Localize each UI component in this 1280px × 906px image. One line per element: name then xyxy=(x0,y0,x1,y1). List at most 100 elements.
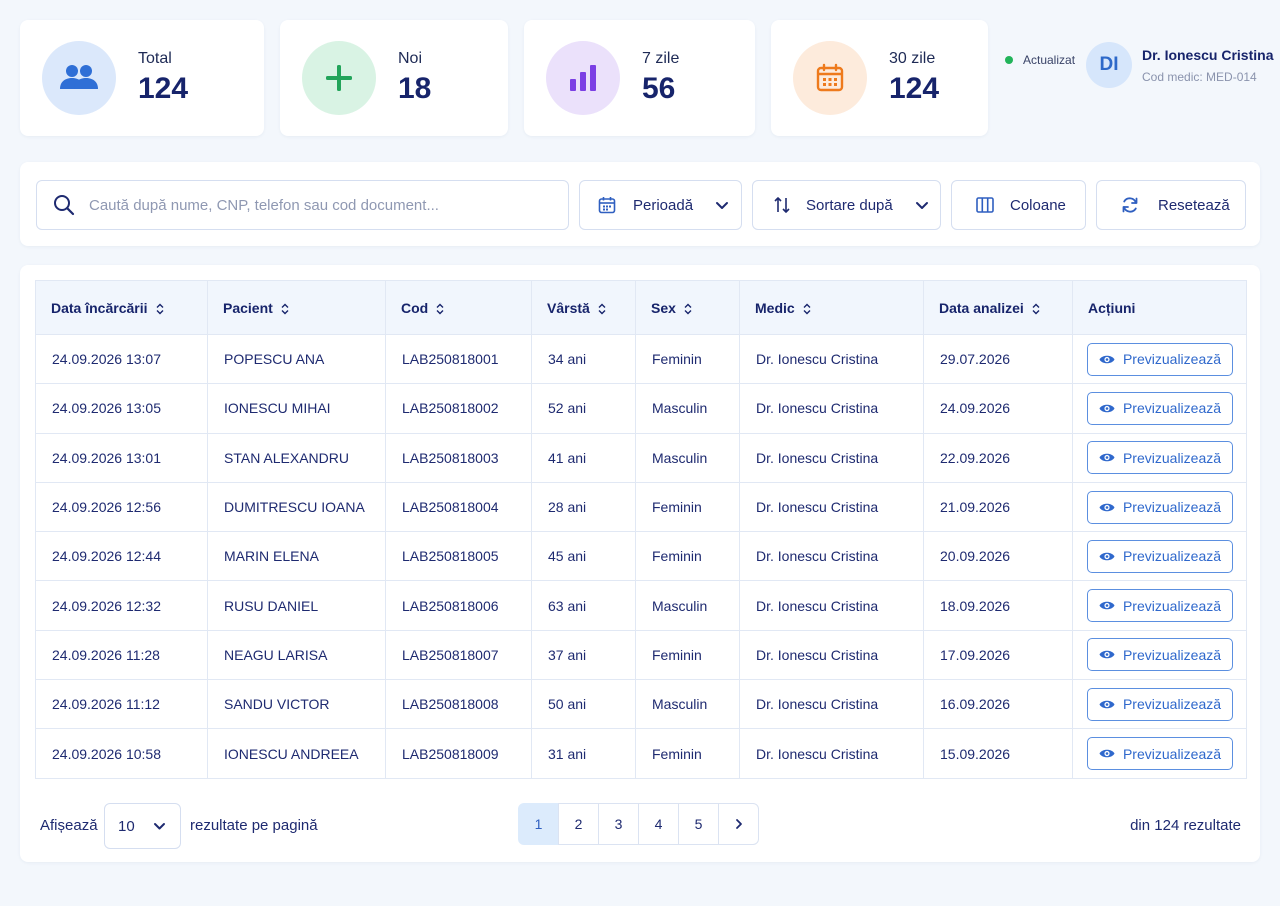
preview-button[interactable]: Previzualizează xyxy=(1087,737,1233,771)
update-status: Actualizat xyxy=(1005,53,1075,67)
preview-button[interactable]: Previzualizează xyxy=(1087,342,1233,376)
cell-code: LAB250818004 xyxy=(385,482,532,533)
columns-icon xyxy=(976,197,994,213)
next-page-button[interactable] xyxy=(718,803,759,845)
eye-icon xyxy=(1099,404,1115,413)
page-button-4[interactable]: 4 xyxy=(638,803,679,845)
stat-value: 124 xyxy=(889,72,940,105)
period-label: Perioadă xyxy=(633,196,694,214)
column-header-label: Sex xyxy=(651,299,676,316)
cell-upload-date: 24.09.2026 12:32 xyxy=(35,580,208,631)
column-header-upload-date[interactable]: Data încărcării xyxy=(35,280,208,335)
preview-button[interactable]: Previzualizează xyxy=(1087,638,1233,672)
cell-age: 31 ani xyxy=(531,728,636,779)
preview-button[interactable]: Previzualizează xyxy=(1087,490,1233,524)
preview-label: Previzualizează xyxy=(1122,646,1222,663)
refresh-icon xyxy=(1122,197,1138,213)
per-page-label: Afișează xyxy=(40,817,98,834)
cell-age: 52 ani xyxy=(531,383,636,434)
page-button-1[interactable]: 1 xyxy=(518,803,559,845)
table-row[interactable]: 24.09.2026 11:12 SANDU VICTOR LAB2508180… xyxy=(35,679,1247,730)
preview-button[interactable]: Previzualizează xyxy=(1087,687,1233,721)
page-button-2[interactable]: 2 xyxy=(558,803,599,845)
table-row[interactable]: 24.09.2026 11:28 NEAGU LARISA LAB2508180… xyxy=(35,630,1247,681)
table-row[interactable]: 24.09.2026 12:44 MARIN ELENA LAB25081800… xyxy=(35,531,1247,582)
sort-icon xyxy=(156,303,163,315)
column-header-doctor[interactable]: Medic xyxy=(739,280,924,335)
table-row[interactable]: 24.09.2026 13:07 POPESCU ANA LAB25081800… xyxy=(35,334,1247,385)
cell-sex: Feminin xyxy=(635,334,740,385)
eye-icon xyxy=(1099,651,1115,659)
eye-icon xyxy=(1099,453,1115,462)
columns-button[interactable]: Coloane xyxy=(951,180,1086,230)
cell-analysis-date: 18.09.2026 xyxy=(923,580,1073,631)
column-header-sex[interactable]: Sex xyxy=(635,280,740,335)
preview-button[interactable]: Previzualizează xyxy=(1087,589,1233,623)
preview-button[interactable]: Previzualizează xyxy=(1087,391,1233,425)
cell-age: 45 ani xyxy=(531,531,636,582)
cell-doctor: Dr. Ionescu Cristina xyxy=(739,482,924,533)
stat-label: Total xyxy=(138,50,172,67)
table-row[interactable]: 24.09.2026 13:05 IONESCU MIHAI LAB250818… xyxy=(35,383,1247,434)
user-name: Dr. Ionescu Cristina xyxy=(1142,47,1274,63)
chevron-down-icon xyxy=(716,201,729,209)
table-row[interactable]: 24.09.2026 12:56 DUMITRESCU IOANA LAB250… xyxy=(35,482,1247,533)
table-header-row: Data încărcării Pacient Cod Vârstă Sex M… xyxy=(35,280,1247,335)
preview-label: Previzualizează xyxy=(1122,597,1222,614)
sort-dropdown[interactable]: Sortare după xyxy=(752,180,941,230)
column-header-analysis-date[interactable]: Data analizei xyxy=(923,280,1073,335)
stat-value: 56 xyxy=(642,72,676,105)
stat-card-total: Total 124 xyxy=(20,20,264,136)
reset-button[interactable]: Resetează xyxy=(1096,180,1246,230)
cell-analysis-date: 17.09.2026 xyxy=(923,630,1073,681)
cell-sex: Masculin xyxy=(635,433,740,483)
sort-icon xyxy=(281,303,289,315)
cell-analysis-date: 24.09.2026 xyxy=(923,383,1073,434)
chevron-down-icon xyxy=(154,823,165,830)
column-header-label: Data încărcării xyxy=(51,299,148,316)
cell-analysis-date: 21.09.2026 xyxy=(923,482,1073,533)
cell-doctor: Dr. Ionescu Cristina xyxy=(739,531,924,582)
cell-analysis-date: 15.09.2026 xyxy=(923,728,1073,779)
preview-label: Previzualizează xyxy=(1122,745,1222,762)
stat-card-30-days: 30 zile 124 xyxy=(771,20,988,136)
table-row[interactable]: 24.09.2026 10:58 IONESCU ANDREEA LAB2508… xyxy=(35,728,1247,779)
table-row[interactable]: 24.09.2026 13:01 STAN ALEXANDRU LAB25081… xyxy=(35,433,1247,483)
page-button-3[interactable]: 3 xyxy=(598,803,639,845)
filter-bar: Perioadă Sortare după Coloane xyxy=(20,162,1260,246)
avatar[interactable]: DI xyxy=(1086,42,1132,88)
results-table: Data încărcării Pacient Cod Vârstă Sex M… xyxy=(35,280,1247,779)
stat-label: 7 zile xyxy=(642,50,680,67)
column-header-age[interactable]: Vârstă xyxy=(531,280,636,335)
eye-icon xyxy=(1099,749,1115,758)
period-dropdown[interactable]: Perioadă xyxy=(579,180,742,230)
cell-patient: STAN ALEXANDRU xyxy=(207,433,386,483)
cell-analysis-date: 20.09.2026 xyxy=(923,531,1073,582)
search-input[interactable] xyxy=(89,196,549,214)
table-row[interactable]: 24.09.2026 12:32 RUSU DANIEL LAB25081800… xyxy=(35,580,1247,631)
cell-doctor: Dr. Ionescu Cristina xyxy=(739,433,924,483)
cell-sex: Feminin xyxy=(635,531,740,582)
cell-patient: RUSU DANIEL xyxy=(207,580,386,631)
cell-actions: Previzualizează xyxy=(1072,630,1247,681)
cell-doctor: Dr. Ionescu Cristina xyxy=(739,334,924,385)
status-dot-icon xyxy=(1005,56,1013,64)
cell-upload-date: 24.09.2026 13:05 xyxy=(35,383,208,434)
calendar-icon xyxy=(598,197,616,214)
preview-button[interactable]: Previzualizează xyxy=(1087,539,1233,573)
table-body: 24.09.2026 13:07 POPESCU ANA LAB25081800… xyxy=(35,334,1247,779)
page-button-5[interactable]: 5 xyxy=(678,803,719,845)
cell-patient: DUMITRESCU IOANA xyxy=(207,482,386,533)
search-field[interactable] xyxy=(36,180,569,230)
column-header-actions: Acțiuni xyxy=(1072,280,1247,335)
cell-analysis-date: 22.09.2026 xyxy=(923,433,1073,483)
column-header-code[interactable]: Cod xyxy=(385,280,532,335)
preview-label: Previzualizează xyxy=(1122,449,1222,466)
sort-icon xyxy=(598,303,606,315)
column-header-patient[interactable]: Pacient xyxy=(207,280,386,335)
cell-upload-date: 24.09.2026 11:12 xyxy=(35,679,208,730)
stat-value: 18 xyxy=(398,72,432,105)
per-page-select[interactable]: 10 xyxy=(104,803,181,849)
cell-code: LAB250818005 xyxy=(385,531,532,582)
preview-button[interactable]: Previzualizează xyxy=(1087,441,1233,475)
